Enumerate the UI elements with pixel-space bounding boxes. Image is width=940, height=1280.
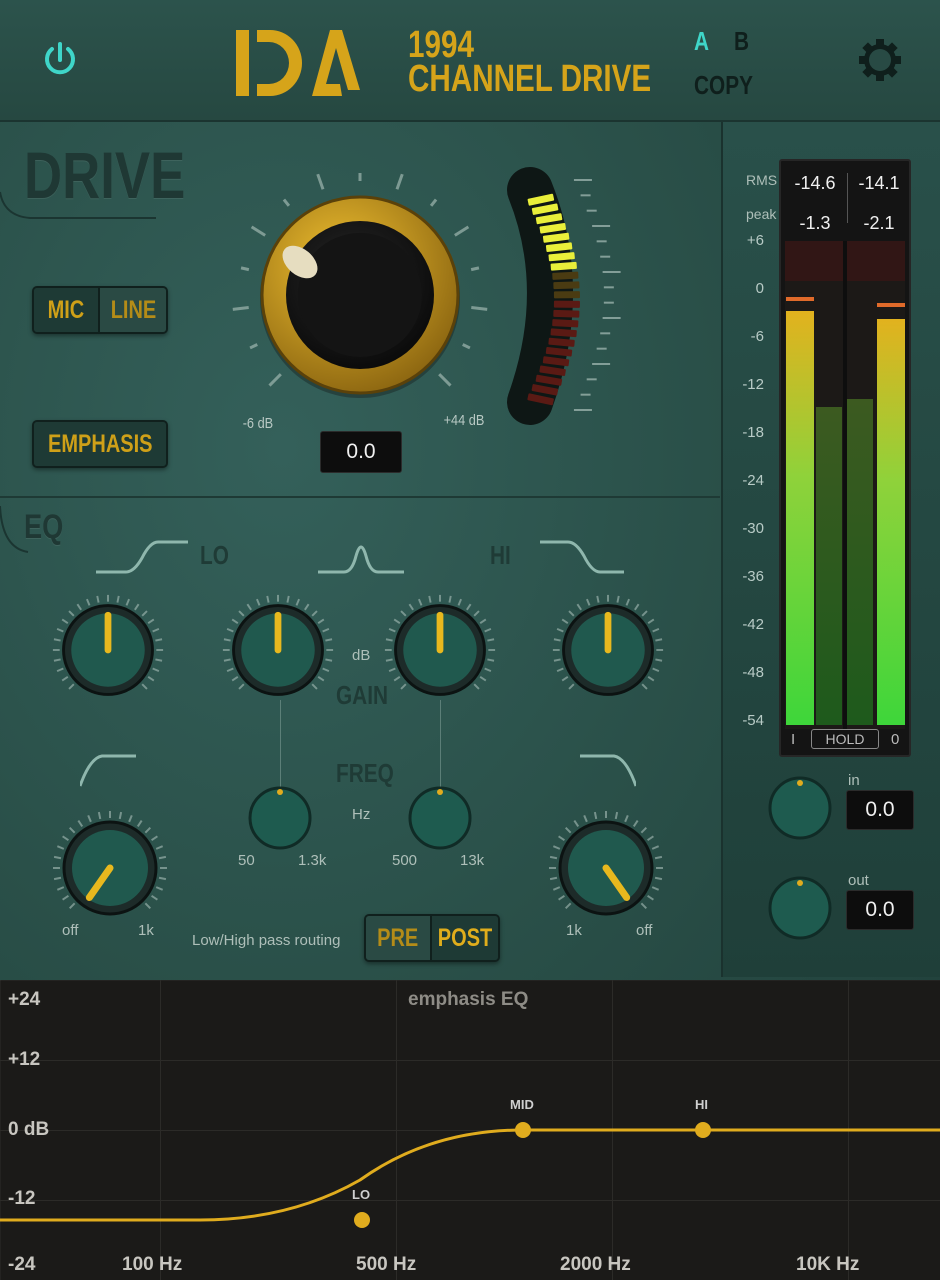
- lo-link-line: [280, 700, 281, 790]
- drive-min-label: -6 dB: [242, 415, 274, 432]
- meter-scale-label: -18: [742, 424, 764, 441]
- eq-section-divider: [0, 505, 29, 553]
- lo-freq-max: 1.3k: [298, 852, 327, 869]
- gain-knob-2[interactable]: [220, 592, 336, 708]
- mic-button[interactable]: MIC: [34, 288, 98, 332]
- rms-right-value: -14.1: [858, 173, 900, 193]
- input-type-toggle: MIC LINE: [32, 286, 168, 334]
- preset-a-button[interactable]: A: [694, 26, 709, 57]
- eq-point-hi: [695, 1122, 711, 1138]
- meter-left-mark: I: [791, 731, 796, 748]
- meter-bars: [785, 241, 905, 729]
- gear-icon: [859, 39, 901, 81]
- eq-lo-label: LO: [200, 540, 229, 570]
- product-title-line2: CHANNEL DRIVE: [408, 58, 652, 100]
- peak-right-value: -2.1: [863, 213, 895, 233]
- output-gain-knob[interactable]: [768, 876, 832, 940]
- high-shelf-icon: [540, 540, 624, 574]
- lo-freq-min: 50: [238, 852, 255, 869]
- meter-right-mark: 0: [891, 731, 900, 748]
- eq-point-lo-label[interactable]: LO: [352, 1187, 370, 1202]
- input-value-field[interactable]: 0.0: [846, 790, 914, 830]
- meter-scale-label: -30: [742, 520, 764, 537]
- plugin-window: 1994 CHANNEL DRIVE A B COPY DRIVE MIC LI…: [0, 0, 940, 1280]
- eq-point-lo: [354, 1212, 370, 1228]
- drive-led-meter: [507, 167, 621, 425]
- gain-label: GAIN: [336, 680, 388, 710]
- eq-point-hi-label[interactable]: HI: [695, 1097, 708, 1112]
- routing-toggle: PRE POST: [364, 914, 500, 962]
- line-button[interactable]: LINE: [100, 288, 166, 332]
- brand-logo: [232, 28, 362, 98]
- peak-left-value: -1.3: [799, 213, 831, 233]
- bell-icon: [318, 545, 404, 574]
- meter-scale-label: -36: [742, 568, 764, 585]
- hi-freq-min: 500: [392, 852, 418, 869]
- pre-button[interactable]: PRE: [366, 916, 430, 960]
- gain-db-label: dB: [352, 647, 371, 664]
- post-button[interactable]: POST: [432, 916, 498, 960]
- hi-freq-knob[interactable]: [408, 786, 472, 850]
- hp-min-label: off: [62, 922, 79, 939]
- meter-scale-label: -48: [742, 664, 764, 681]
- meter-scale-label: 0: [755, 280, 764, 297]
- highpass-icon: [80, 754, 136, 787]
- meter-scale-label: -42: [742, 616, 764, 633]
- input-label: in: [848, 772, 860, 789]
- gain-knob-4[interactable]: [550, 592, 666, 708]
- meter-scale-label: -54: [742, 712, 764, 729]
- eq-point-mid-label[interactable]: MID: [510, 1097, 534, 1112]
- freq-hz-label: Hz: [352, 806, 371, 823]
- settings-button[interactable]: [858, 38, 902, 82]
- eq-hi-label: HI: [490, 540, 511, 570]
- lowpass-freq-knob[interactable]: [546, 808, 666, 928]
- output-value-field[interactable]: 0.0: [846, 890, 914, 930]
- peak-label: peak: [746, 206, 777, 222]
- lp-min-label: 1k: [566, 922, 582, 939]
- power-icon: [45, 42, 75, 75]
- gain-knob-1[interactable]: [50, 592, 166, 708]
- freq-label: FREQ: [336, 758, 394, 788]
- meter-scale-label: -6: [750, 328, 764, 345]
- lo-freq-knob[interactable]: [248, 786, 312, 850]
- drive-section-divider: [0, 191, 156, 219]
- rms-left-value: -14.6: [794, 173, 836, 193]
- emphasis-button[interactable]: EMPHASIS: [32, 420, 168, 468]
- emphasis-eq-graph[interactable]: emphasis EQ +24 +12 0 dB -12 -24 100 Hz …: [0, 980, 940, 1280]
- meter-scale-label: -24: [742, 472, 764, 489]
- header-bar: 1994 CHANNEL DRIVE A B COPY: [0, 0, 940, 122]
- level-meter: -14.6 -14.1 -1.3 -2.1 I HOLD 0: [779, 159, 911, 757]
- output-label: out: [848, 872, 869, 889]
- emphasis-label: EMPHASIS: [47, 429, 153, 458]
- drive-eq-divider: [0, 496, 720, 498]
- hold-button[interactable]: HOLD: [811, 729, 879, 749]
- highpass-freq-knob[interactable]: [50, 808, 170, 928]
- power-button[interactable]: [40, 40, 80, 80]
- routing-label: Low/High pass routing: [192, 932, 341, 949]
- hi-link-line: [440, 700, 441, 790]
- emphasis-eq-curve: [0, 1122, 940, 1228]
- drive-value-field[interactable]: 0.0: [320, 431, 402, 473]
- drive-knob[interactable]: [230, 140, 490, 430]
- lowpass-icon: [580, 754, 636, 787]
- lp-max-label: off: [636, 922, 653, 939]
- meter-scale-label: -12: [742, 376, 764, 393]
- copy-button[interactable]: COPY: [694, 70, 753, 101]
- eq-point-mid: [515, 1122, 531, 1138]
- rms-label: RMS: [746, 172, 778, 188]
- hi-freq-max: 13k: [460, 852, 485, 869]
- input-gain-knob[interactable]: [768, 776, 832, 840]
- meter-scale-label: +6: [746, 232, 764, 249]
- hp-max-label: 1k: [138, 922, 154, 939]
- drive-max-label: +44 dB: [443, 412, 485, 429]
- low-shelf-icon: [96, 540, 188, 574]
- preset-b-button[interactable]: B: [734, 26, 749, 57]
- gain-knob-3[interactable]: [382, 592, 498, 708]
